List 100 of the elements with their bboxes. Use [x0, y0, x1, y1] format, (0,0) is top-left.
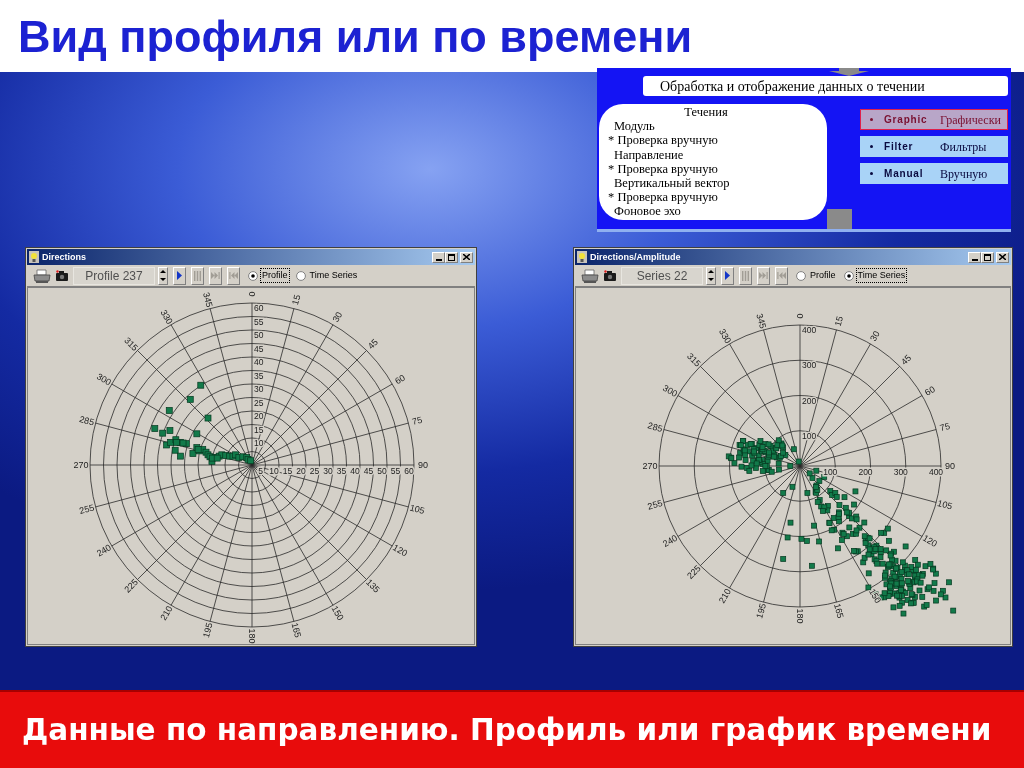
angle-label: 330: [716, 327, 734, 346]
close-button[interactable]: [460, 251, 473, 263]
radius-label: 25: [254, 397, 264, 408]
spin-control[interactable]: [706, 266, 716, 285]
angle-label: 45: [899, 352, 914, 367]
rewind-icon: [229, 272, 238, 279]
angle-label: 15: [290, 293, 303, 306]
play-button[interactable]: [173, 266, 186, 285]
minimize-icon: [971, 258, 978, 261]
angle-label: 300: [661, 382, 680, 400]
close-button[interactable]: [996, 251, 1009, 263]
radius-label: 200: [802, 395, 817, 406]
panel-line: Фоновое эхо: [613, 204, 682, 219]
angle-label: 15: [832, 315, 845, 328]
radius-label: 100: [802, 430, 817, 441]
angle-label: 255: [646, 498, 664, 512]
panel-line: Модуль: [613, 119, 656, 134]
radius-label: 10: [254, 438, 264, 448]
menu-item-label: Filter: [884, 140, 915, 154]
radio-button[interactable]: Time Series: [295, 267, 360, 284]
radius-label: 400: [928, 466, 944, 477]
down-arrow-icon: [160, 278, 166, 281]
rewind-icon: [777, 272, 786, 279]
play-icon: [725, 271, 730, 280]
radius-label: 55: [254, 316, 264, 327]
angle-label: 315: [685, 351, 703, 369]
radius-label: 30: [254, 384, 264, 394]
bullet-icon: [870, 118, 873, 121]
radius-label: 100: [823, 466, 838, 477]
play-button[interactable]: [721, 266, 734, 285]
angle-label: 150: [866, 586, 884, 605]
camera-icon[interactable]: [56, 270, 68, 281]
app-icon: [577, 251, 587, 263]
radius-label: 50: [377, 465, 387, 476]
angle-label: 150: [329, 604, 346, 623]
panel-line: * Проверка вручную: [607, 133, 719, 148]
angle-label: 240: [94, 542, 113, 559]
angle-label: 240: [661, 532, 680, 550]
connector-block: [827, 209, 852, 229]
menu-item[interactable]: Filter Фильтры: [860, 136, 1008, 157]
printer-icon[interactable]: [581, 268, 599, 283]
arrow-shape: [829, 68, 869, 76]
up-arrow-icon: [160, 270, 166, 273]
radius-label: 40: [350, 465, 360, 476]
radio-button[interactable]: Profile: [796, 267, 838, 284]
radius-label: 45: [254, 343, 264, 354]
angle-label: 30: [868, 329, 882, 343]
angle-label: 225: [685, 563, 703, 581]
angle-label: 255: [78, 502, 96, 517]
angle-label: 180: [795, 608, 805, 624]
radius-label: 45: [363, 465, 374, 476]
radius-label: 55: [390, 465, 401, 476]
header-label: Обработка и отображение данных о течении: [643, 76, 1008, 96]
radius-label: 200: [858, 466, 873, 477]
panel-line: * Проверка вручную: [607, 190, 719, 205]
pause-icon: [194, 270, 201, 281]
angle-label: 105: [936, 498, 954, 512]
maximize-icon: [984, 253, 991, 261]
angle-label: 270: [73, 460, 89, 470]
fast-forward-icon: [759, 272, 768, 279]
radius-label: 300: [802, 360, 817, 371]
angle-label: 345: [200, 291, 215, 309]
printer-icon[interactable]: [33, 268, 51, 283]
spin-control[interactable]: [158, 266, 168, 285]
data-point-marker: [165, 407, 173, 414]
series-field[interactable]: Profile 237: [73, 266, 155, 285]
angle-label: 120: [920, 532, 939, 550]
angle-label: 90: [945, 461, 955, 471]
maximize-button[interactable]: [981, 251, 994, 263]
data-point-marker: [186, 395, 194, 403]
minimize-icon: [435, 258, 442, 261]
angle-label: 75: [938, 421, 951, 434]
series-field[interactable]: Series 22: [621, 266, 703, 285]
radius-label: 30: [323, 465, 333, 476]
angle-label: 315: [122, 335, 140, 353]
angle-label: 330: [158, 307, 175, 326]
angle-label: 60: [923, 384, 937, 398]
maximize-button[interactable]: [445, 251, 458, 263]
close-icon: [999, 254, 1006, 260]
camera-icon[interactable]: [604, 270, 616, 281]
angle-label: 60: [393, 372, 407, 387]
angle-label: 165: [289, 621, 304, 639]
angle-label: 0: [795, 313, 805, 319]
maximize-icon: [448, 253, 455, 261]
bullet-icon: [870, 172, 873, 175]
menu-item-label: Manual: [884, 167, 925, 181]
minimize-button[interactable]: [432, 251, 445, 263]
menu-item[interactable]: Manual Вручную: [860, 163, 1008, 184]
angle-label: 270: [642, 461, 658, 471]
minimize-button[interactable]: [968, 251, 981, 263]
radius-label: 40: [254, 357, 264, 367]
radius-label: 20: [254, 411, 264, 421]
menu-item[interactable]: Graphic Графически: [860, 109, 1008, 130]
angle-label: 135: [364, 577, 382, 595]
slide-title: Вид профиля или по времени: [18, 13, 693, 59]
radius-label: 25: [309, 465, 320, 476]
up-arrow-icon: [708, 270, 714, 273]
angle-label: 210: [158, 604, 175, 623]
window-title: Directions: [42, 252, 86, 262]
panel-title: Течения: [684, 105, 729, 120]
